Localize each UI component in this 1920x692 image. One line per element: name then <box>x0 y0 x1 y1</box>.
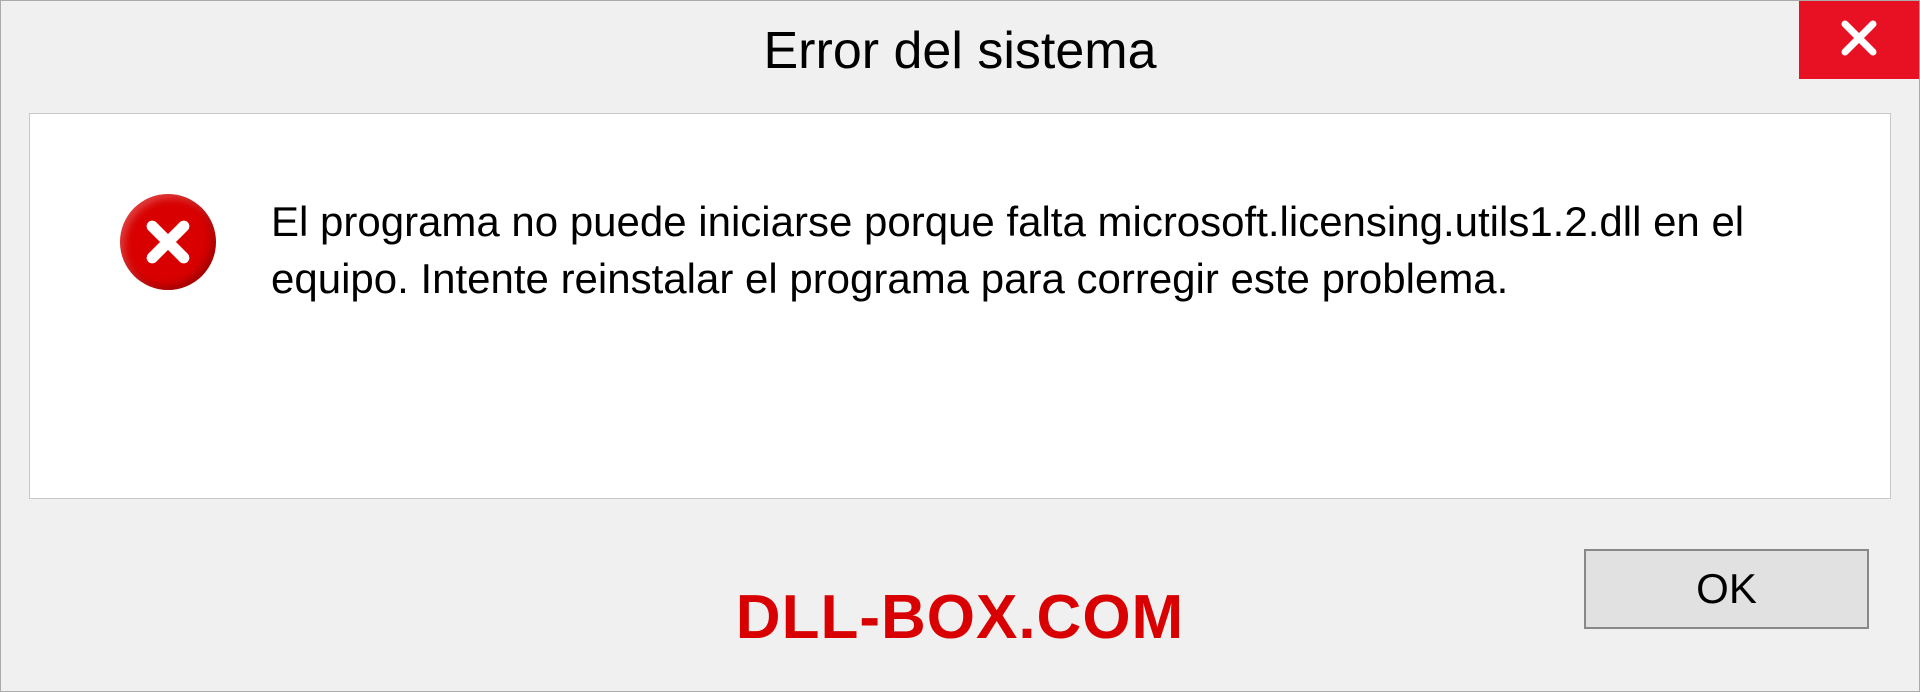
watermark-text: DLL-BOX.COM <box>736 582 1184 653</box>
content-panel: El programa no puede iniciarse porque fa… <box>29 113 1891 499</box>
ok-button[interactable]: OK <box>1584 549 1869 629</box>
close-icon <box>1838 17 1880 64</box>
dialog-title: Error del sistema <box>764 21 1157 81</box>
error-message: El programa no puede iniciarse porque fa… <box>271 194 1791 307</box>
titlebar: Error del sistema <box>1 1 1919 101</box>
close-button[interactable] <box>1799 1 1919 79</box>
error-icon <box>120 194 216 290</box>
footer: DLL-BOX.COM OK <box>1 516 1919 691</box>
